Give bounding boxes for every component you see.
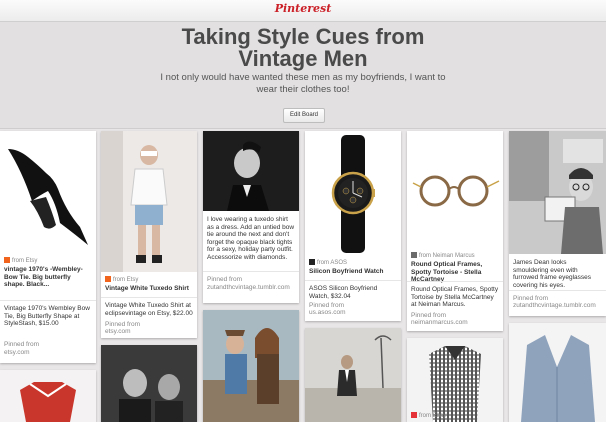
pin-description: Vintage White Tuxedo Shirt at eclipsevin… bbox=[105, 302, 193, 317]
pin-image[interactable] bbox=[0, 131, 96, 253]
pinned-from-site[interactable]: zutandthcvintage.tumblr.com bbox=[513, 302, 602, 310]
pin-silicon-watch[interactable]: from ASOS Silicon Boyfriend Watch ASOS S… bbox=[305, 131, 401, 321]
cardigan-image bbox=[509, 323, 606, 422]
pin-image[interactable] bbox=[305, 131, 401, 257]
pin-elvis-photo[interactable] bbox=[101, 345, 197, 422]
pin-tuxedo-shirt[interactable]: from Etsy Vintage White Tuxedo Shirt Vin… bbox=[101, 131, 197, 338]
divider bbox=[407, 281, 503, 282]
divider bbox=[509, 290, 606, 291]
james-dean-tux-image bbox=[203, 131, 299, 211]
pin-round-frames[interactable]: from Neiman Marcus Round Optical Frames,… bbox=[407, 131, 503, 331]
pin-description: Round Optical Frames, Spotty Tortoise by… bbox=[411, 286, 499, 308]
james-dean-reading-image bbox=[509, 131, 606, 254]
pin-man-palms-photo[interactable] bbox=[305, 328, 401, 422]
pin-gingham-shirt[interactable]: from Ebay bbox=[407, 338, 503, 422]
etsy-icon bbox=[105, 276, 111, 282]
man-palms-image bbox=[305, 328, 401, 422]
plaid-shirt-image bbox=[0, 370, 96, 422]
pin-image[interactable] bbox=[509, 131, 606, 254]
pin-james-dean-glasses[interactable]: James Dean looks smouldering even with f… bbox=[509, 131, 606, 316]
pinned-from-site[interactable]: us.asos.com bbox=[309, 309, 397, 317]
pinned-from-site[interactable]: neimanmarcus.com bbox=[411, 319, 499, 327]
pin-image[interactable] bbox=[407, 131, 503, 249]
asos-icon bbox=[309, 259, 315, 265]
woman-shirt-image bbox=[101, 131, 197, 272]
board-title: Taking Style Cues from Vintage Men bbox=[181, 24, 425, 71]
pin-title[interactable]: Vintage White Tuxedo Shirt bbox=[105, 285, 193, 293]
pin-title[interactable]: Silicon Boyfriend Watch bbox=[309, 268, 397, 276]
pinned-from-site[interactable]: etsy.com bbox=[105, 328, 193, 336]
pinned-from-label: Pinned from bbox=[207, 276, 243, 283]
elvis-photo-image bbox=[101, 345, 197, 422]
pin-source[interactable]: from Etsy bbox=[105, 276, 193, 283]
pin-image[interactable] bbox=[101, 131, 197, 272]
pin-source[interactable]: from Ebay bbox=[411, 412, 499, 419]
ebay-icon bbox=[411, 412, 417, 418]
etsy-icon bbox=[4, 257, 10, 263]
pin-description: James Dean looks smouldering even with f… bbox=[513, 259, 592, 289]
pin-image[interactable] bbox=[203, 131, 299, 211]
pinned-from-label: Pinned from bbox=[4, 341, 40, 348]
pin-source[interactable]: from Etsy bbox=[4, 257, 92, 264]
board-header: Taking Style Cues from Vintage Men I not… bbox=[0, 22, 606, 129]
neiman-marcus-icon bbox=[411, 252, 417, 258]
divider bbox=[0, 300, 96, 301]
divider bbox=[101, 297, 197, 298]
pin-shirt-plaid[interactable] bbox=[0, 370, 96, 422]
divider bbox=[203, 271, 299, 272]
glasses-image bbox=[412, 175, 500, 207]
watch-image bbox=[331, 135, 375, 253]
top-bar: Pinterest bbox=[0, 0, 606, 22]
pin-description: ASOS Silicon Boyfriend Watch, $32.04 bbox=[309, 285, 378, 300]
bow-tie-image bbox=[8, 149, 88, 245]
pinned-from-site[interactable]: etsy.com bbox=[4, 349, 92, 357]
pin-source[interactable]: from ASOS bbox=[309, 259, 397, 266]
pin-title[interactable]: vintage 1970's -Wembley- Bow Tie. Big bu… bbox=[4, 266, 92, 289]
pin-bow-tie[interactable]: from Etsy vintage 1970's -Wembley- Bow T… bbox=[0, 131, 96, 363]
pin-couple-photo[interactable] bbox=[203, 310, 299, 422]
couple-photo-image bbox=[203, 310, 299, 422]
pinned-from-site[interactable]: zutandthcvintage.tumblr.com bbox=[207, 284, 295, 292]
divider bbox=[305, 280, 401, 281]
pinterest-logo[interactable]: Pinterest bbox=[0, 0, 606, 18]
pin-description: I love wearing a tuxedo shirt as a dress… bbox=[207, 216, 295, 261]
pin-source[interactable]: from Neiman Marcus bbox=[411, 252, 499, 259]
pin-description: Vintage 1970's Wembley Bow Tie, Big Butt… bbox=[4, 305, 90, 327]
gingham-shirt-image bbox=[407, 338, 503, 422]
pin-cardigan[interactable] bbox=[509, 323, 606, 422]
board-description: I not only would have wanted these men a… bbox=[160, 72, 446, 95]
edit-board-button[interactable]: Edit Board bbox=[283, 108, 325, 123]
pin-tuxedo-dress-tip[interactable]: I love wearing a tuxedo shirt as a dress… bbox=[203, 131, 299, 303]
